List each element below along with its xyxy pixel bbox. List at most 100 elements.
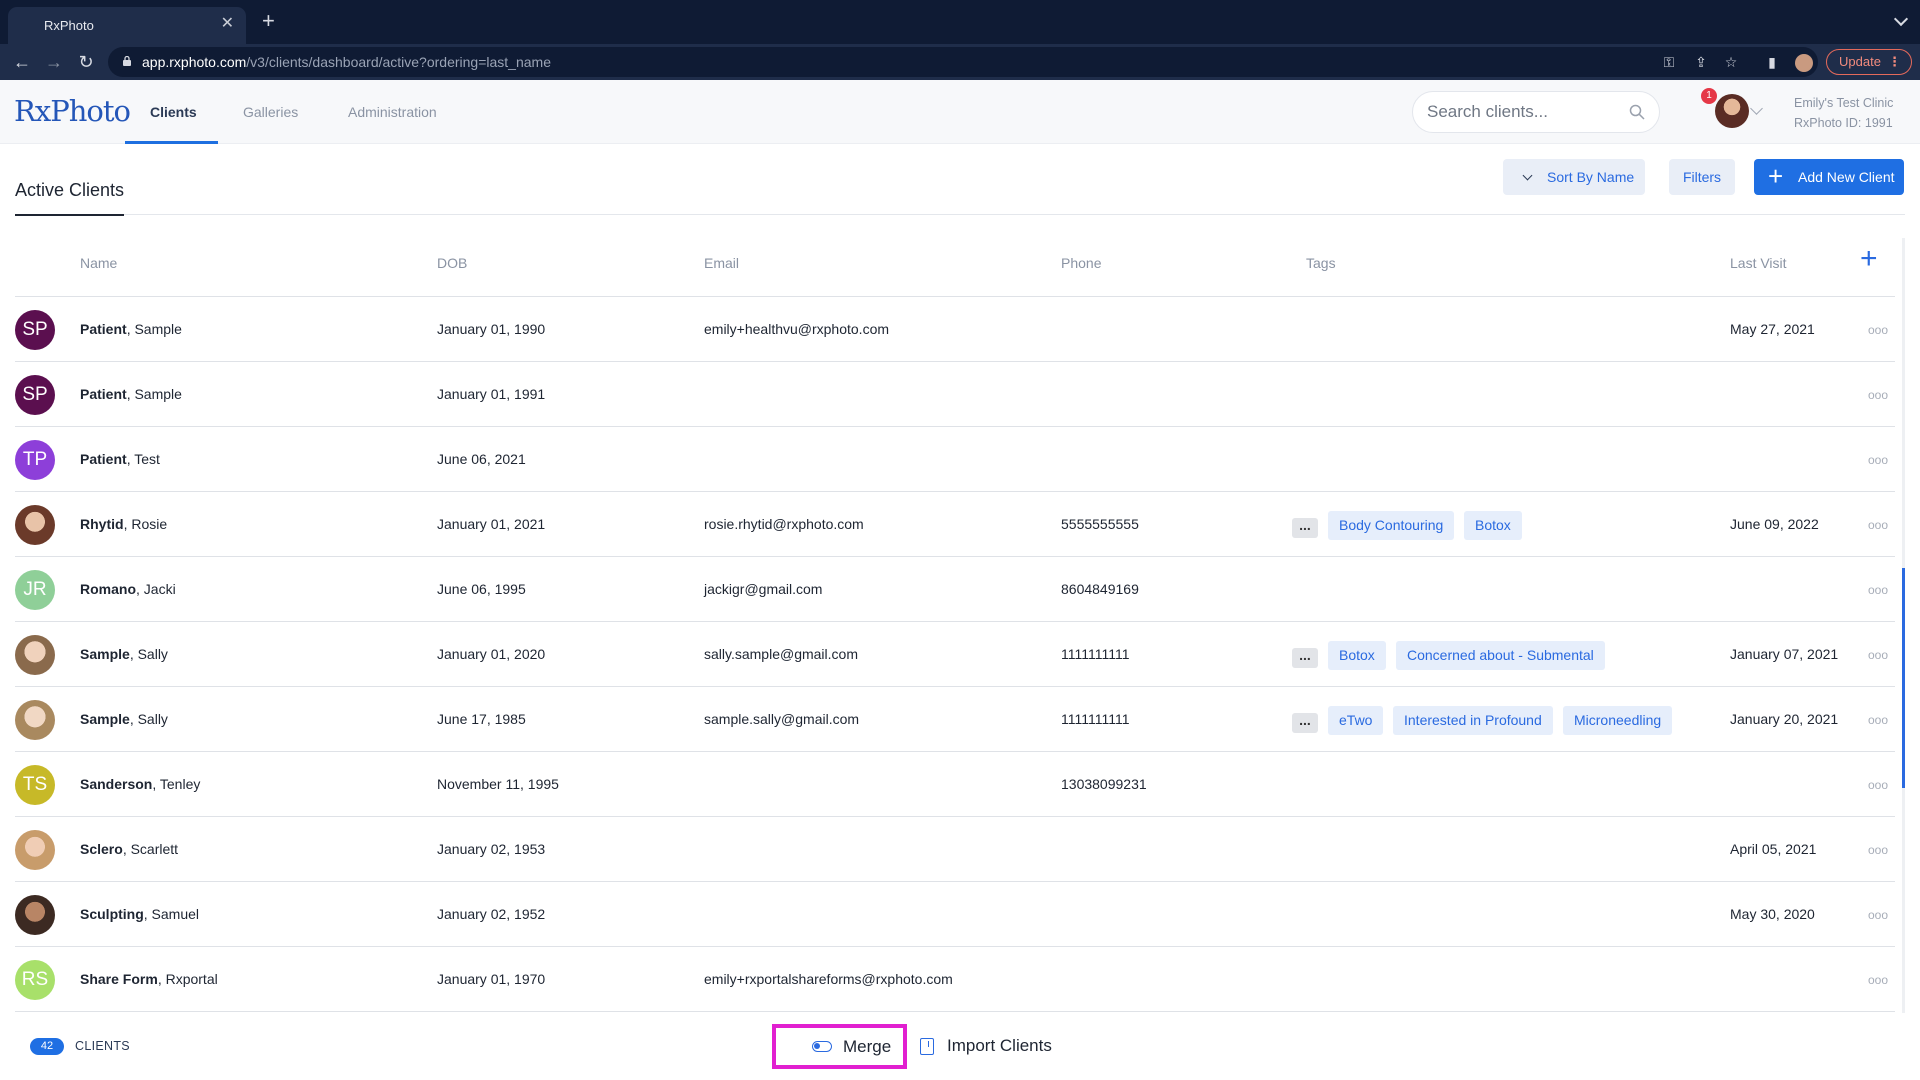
add-new-client-button[interactable]: + Add New Client [1754,159,1904,195]
nav-tab-galleries[interactable]: Galleries [243,104,298,120]
column-header-phone[interactable]: Phone [1061,255,1101,271]
client-count-label: CLIENTS [75,1039,130,1053]
table-row[interactable]: SP Patient, Sample January 01, 1991 ooo [15,362,1895,427]
table-row[interactable]: Sample, Sally June 17, 1985 sample.sally… [15,687,1895,752]
table-row[interactable]: SP Patient, Sample January 01, 1990 emil… [15,297,1895,362]
update-button[interactable]: Update ⋮ [1826,49,1912,75]
avatar[interactable]: SP [15,310,55,350]
avatar[interactable] [15,830,55,870]
page-title: Active Clients [15,180,125,200]
chevron-down-icon [1522,170,1533,181]
row-menu-icon[interactable]: ooo [1868,648,1888,662]
search-icon[interactable] [1629,104,1645,120]
side-panel-icon[interactable]: ▮ [1760,50,1784,74]
avatar[interactable] [15,895,55,935]
search-input[interactable] [1427,102,1627,122]
tab-search-chevron-icon[interactable] [1893,11,1909,27]
table-row[interactable]: JR Romano, Jacki June 06, 1995 jackigr@g… [15,557,1895,622]
scrollbar-thumb[interactable] [1902,568,1905,788]
avatar[interactable]: JR [15,570,55,610]
nav-tab-administration[interactable]: Administration [348,104,437,120]
rxphoto-logo[interactable]: RxPhoto [14,94,131,128]
avatar[interactable] [15,700,55,740]
avatar[interactable]: SP [15,375,55,415]
client-name[interactable]: Share Form, Rxportal [80,971,218,987]
notification-badge[interactable]: 1 [1701,88,1717,104]
client-name[interactable]: Patient, Sample [80,321,182,337]
nav-tab-clients[interactable]: Clients [150,104,197,120]
avatar[interactable]: TP [15,440,55,480]
table-row[interactable]: Rhytid, Rosie January 01, 2021 rosie.rhy… [15,492,1895,557]
merge-label: Merge [843,1037,892,1056]
tag-chip[interactable]: Botox [1464,511,1522,540]
row-menu-icon[interactable]: ooo [1868,323,1888,337]
column-header-dob[interactable]: DOB [437,255,467,271]
row-menu-icon[interactable]: ooo [1868,453,1888,467]
row-menu-icon[interactable]: ooo [1868,908,1888,922]
column-header-tags[interactable]: Tags [1306,255,1336,271]
tag-chip[interactable]: Botox [1328,641,1386,670]
forward-arrow-icon[interactable]: → [42,50,66,74]
sort-by-name-button[interactable]: Sort By Name [1503,159,1645,195]
profile-avatar-icon[interactable] [1792,50,1816,74]
address-bar[interactable]: app.rxphoto.com/v3/clients/dashboard/act… [108,47,1818,77]
client-name[interactable]: Sample, Sally [80,646,168,662]
browser-tab-bar: RxPhoto ✕ + [0,0,1920,44]
browser-tab[interactable]: RxPhoto ✕ [8,7,246,44]
more-tags-button[interactable]: ... [1292,518,1318,538]
reload-icon[interactable]: ↻ [74,50,98,74]
tag-chip[interactable]: Concerned about - Submental [1396,641,1605,670]
new-tab-icon[interactable]: + [262,10,275,32]
table-row[interactable]: RS Share Form, Rxportal January 01, 1970… [15,947,1895,1012]
client-name[interactable]: Sanderson, Tenley [80,776,200,792]
search-box[interactable] [1412,91,1660,133]
row-menu-icon[interactable]: ooo [1868,518,1888,532]
tag-chip[interactable]: Body Contouring [1328,511,1455,540]
close-tab-icon[interactable]: ✕ [221,16,234,32]
client-name[interactable]: Rhytid, Rosie [80,516,167,532]
more-tags-button[interactable]: ... [1292,713,1318,733]
filters-button[interactable]: Filters [1669,159,1735,195]
table-row[interactable]: TP Patient, Test June 06, 2021 ooo [15,427,1895,492]
avatar[interactable] [15,505,55,545]
column-header-name[interactable]: Name [80,255,117,271]
back-arrow-icon[interactable]: ← [10,50,34,74]
avatar[interactable]: RS [15,960,55,1000]
share-icon[interactable]: ⇪ [1692,53,1710,71]
tag-chip[interactable]: Interested in Profound [1393,706,1553,735]
row-menu-icon[interactable]: ooo [1868,973,1888,987]
tag-chip[interactable]: eTwo [1328,706,1384,735]
client-name[interactable]: Sculpting, Samuel [80,906,199,922]
table-row[interactable]: Sample, Sally January 01, 2020 sally.sam… [15,622,1895,687]
client-name[interactable]: Sclero, Scarlett [80,841,178,857]
update-label: Update [1839,54,1881,69]
table-row[interactable]: Sclero, Scarlett January 02, 1953 April … [15,817,1895,882]
row-menu-icon[interactable]: ooo [1868,583,1888,597]
client-name[interactable]: Romano, Jacki [80,581,176,597]
client-dob: January 01, 2020 [437,646,546,662]
user-menu[interactable]: 1 [1701,88,1751,130]
row-menu-icon[interactable]: ooo [1868,843,1888,857]
row-menu-icon[interactable]: ooo [1868,388,1888,402]
client-phone: 8604849169 [1061,581,1139,597]
add-column-icon[interactable]: + [1860,244,1878,274]
key-icon[interactable]: ⚿ [1660,53,1678,71]
column-header-last-visit[interactable]: Last Visit [1730,255,1787,271]
table-row[interactable]: TS Sanderson, Tenley November 11, 1995 1… [15,752,1895,817]
avatar[interactable]: TS [15,765,55,805]
table-row[interactable]: Sculpting, Samuel January 02, 1952 May 3… [15,882,1895,947]
client-name[interactable]: Sample, Sally [80,711,168,727]
merge-button[interactable]: Merge [772,1024,907,1069]
chevron-down-icon[interactable] [1750,102,1763,115]
client-name[interactable]: Patient, Sample [80,386,182,402]
row-menu-icon[interactable]: ooo [1868,778,1888,792]
client-email: rosie.rhytid@rxphoto.com [704,516,864,532]
avatar [1715,94,1749,128]
avatar[interactable] [15,635,55,675]
more-tags-button[interactable]: ... [1292,648,1318,668]
tag-chip[interactable]: Microneedling [1563,706,1673,735]
star-icon[interactable]: ☆ [1722,53,1740,71]
row-menu-icon[interactable]: ooo [1868,713,1888,727]
column-header-email[interactable]: Email [704,255,739,271]
client-name[interactable]: Patient, Test [80,451,160,467]
